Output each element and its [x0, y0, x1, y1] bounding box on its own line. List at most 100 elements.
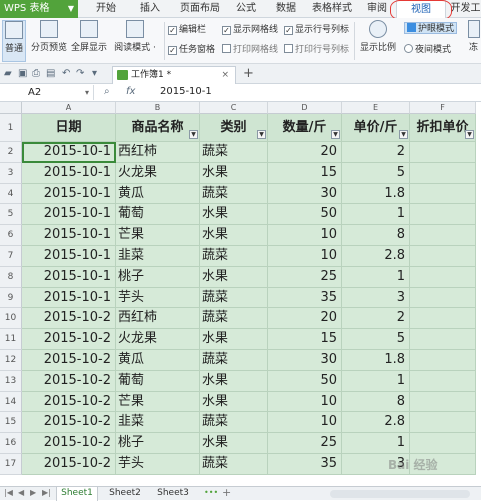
checkbox-show-headings[interactable]: ✓ 显示行号列标 — [284, 24, 349, 36]
tab-developer[interactable]: 开发工 — [450, 0, 481, 18]
header-cell[interactable]: 类别 ▼ — [200, 114, 268, 142]
table-cell[interactable] — [410, 391, 476, 413]
table-cell[interactable]: 芒果 — [116, 391, 200, 413]
table-cell[interactable]: 葡萄 — [116, 204, 200, 226]
sheet-tab-3[interactable]: Sheet3 — [152, 487, 194, 501]
normal-view-button[interactable]: 普通 — [2, 20, 26, 62]
row-header[interactable]: 3 — [0, 162, 22, 184]
table-cell[interactable]: 芋头 — [116, 454, 200, 475]
table-cell[interactable]: 西红柿 — [116, 142, 200, 163]
checkbox-show-gridlines[interactable]: ✓ 显示网格线 — [222, 24, 278, 36]
table-cell[interactable]: 蔬菜 — [200, 454, 268, 475]
header-cell[interactable]: 商品名称 ▼ — [116, 114, 200, 142]
table-cell[interactable]: 水果 — [200, 370, 268, 392]
table-cell[interactable]: 2015-10-1 — [22, 142, 116, 163]
column-header-D[interactable]: D — [268, 102, 342, 114]
table-cell[interactable]: 10 — [268, 412, 342, 434]
table-cell[interactable] — [410, 433, 476, 454]
tab-insert[interactable]: 插入 — [130, 0, 170, 18]
table-cell[interactable]: 芋头 — [116, 287, 200, 309]
table-cell[interactable]: 2015-10-1 — [22, 183, 116, 205]
row-header[interactable]: 7 — [0, 246, 22, 267]
table-cell[interactable]: 2015-10-2 — [22, 454, 116, 475]
table-cell[interactable]: 2015-10-1 — [22, 266, 116, 288]
table-cell[interactable]: 1.8 — [342, 350, 410, 371]
row-header[interactable]: 11 — [0, 329, 22, 350]
table-cell[interactable]: 蔬菜 — [200, 183, 268, 205]
tab-page-layout[interactable]: 页面布局 — [174, 0, 226, 18]
table-cell[interactable]: 西红柿 — [116, 308, 200, 330]
table-cell[interactable]: 20 — [268, 142, 342, 163]
row-header[interactable]: 17 — [0, 454, 22, 475]
table-cell[interactable]: 2015-10-2 — [22, 412, 116, 434]
last-sheet-icon[interactable]: ▶| — [42, 488, 51, 497]
table-cell[interactable]: 10 — [268, 391, 342, 413]
column-header-C[interactable]: C — [200, 102, 268, 114]
table-cell[interactable]: 1 — [342, 266, 410, 288]
night-mode-button[interactable]: 夜间模式 — [404, 44, 451, 56]
table-cell[interactable]: 水果 — [200, 266, 268, 288]
header-cell[interactable]: 折扣单价 ▼ — [410, 114, 476, 142]
filter-dropdown-icon[interactable]: ▼ — [189, 130, 198, 139]
row-header[interactable]: 13 — [0, 370, 22, 392]
table-cell[interactable]: 水果 — [200, 329, 268, 350]
table-cell[interactable] — [410, 142, 476, 163]
sheet-tab-1[interactable]: Sheet1 — [56, 487, 98, 501]
fullscreen-button[interactable]: 全屏显示 — [70, 20, 108, 62]
row-header[interactable]: 14 — [0, 391, 22, 413]
row-header[interactable]: 15 — [0, 412, 22, 434]
table-cell[interactable] — [410, 329, 476, 350]
table-cell[interactable]: 桃子 — [116, 433, 200, 454]
table-cell[interactable]: 2015-10-1 — [22, 204, 116, 226]
table-cell[interactable]: 1.8 — [342, 183, 410, 205]
table-cell[interactable]: 蔬菜 — [200, 287, 268, 309]
row-header[interactable]: 10 — [0, 308, 22, 330]
table-cell[interactable]: 25 — [268, 266, 342, 288]
table-cell[interactable]: 10 — [268, 246, 342, 267]
table-cell[interactable] — [410, 308, 476, 330]
row-header[interactable]: 16 — [0, 433, 22, 454]
redo-icon[interactable]: ↷ — [76, 68, 84, 79]
column-header-A[interactable]: A — [22, 102, 116, 114]
table-cell[interactable]: 30 — [268, 183, 342, 205]
table-cell[interactable]: 1 — [342, 204, 410, 226]
table-cell[interactable]: 葡萄 — [116, 370, 200, 392]
eye-protection-button[interactable]: 护眼模式 — [404, 22, 458, 34]
table-cell[interactable]: 蔬菜 — [200, 412, 268, 434]
table-cell[interactable]: 2.8 — [342, 412, 410, 434]
table-cell[interactable]: 25 — [268, 433, 342, 454]
table-cell[interactable]: 水果 — [200, 225, 268, 246]
table-cell[interactable]: 50 — [268, 204, 342, 226]
table-cell[interactable]: 30 — [268, 350, 342, 371]
next-sheet-icon[interactable]: ▶ — [30, 488, 36, 497]
table-cell[interactable]: 2.8 — [342, 246, 410, 267]
filter-dropdown-icon[interactable]: ▼ — [399, 130, 408, 139]
table-cell[interactable]: 2015-10-2 — [22, 391, 116, 413]
table-cell[interactable]: 5 — [342, 162, 410, 184]
table-cell[interactable]: 2015-10-2 — [22, 350, 116, 371]
table-cell[interactable]: 1 — [342, 433, 410, 454]
table-cell[interactable] — [410, 162, 476, 184]
table-cell[interactable]: 火龙果 — [116, 162, 200, 184]
table-cell[interactable]: 2 — [342, 142, 410, 163]
more-sheets-icon[interactable]: ••• — [204, 488, 218, 497]
table-cell[interactable] — [410, 204, 476, 226]
table-cell[interactable]: 2015-10-2 — [22, 433, 116, 454]
sheet-tab-2[interactable]: Sheet2 — [104, 487, 146, 501]
table-cell[interactable]: 2015-10-2 — [22, 308, 116, 330]
horizontal-scrollbar[interactable] — [330, 490, 470, 498]
row-header[interactable]: 9 — [0, 287, 22, 309]
table-cell[interactable]: 2015-10-2 — [22, 329, 116, 350]
table-cell[interactable]: 韭菜 — [116, 412, 200, 434]
row-header[interactable]: 12 — [0, 350, 22, 371]
page-break-preview-button[interactable]: 分页预览 — [30, 20, 68, 62]
table-cell[interactable]: 8 — [342, 391, 410, 413]
filter-dropdown-icon[interactable]: ▼ — [257, 130, 266, 139]
table-cell[interactable]: 35 — [268, 287, 342, 309]
tab-review[interactable]: 审阅 — [360, 0, 394, 18]
table-cell[interactable]: 35 — [268, 454, 342, 475]
table-cell[interactable]: 蔬菜 — [200, 142, 268, 163]
table-cell[interactable]: 桃子 — [116, 266, 200, 288]
tab-table-style[interactable]: 表格样式 — [306, 0, 358, 18]
filter-dropdown-icon[interactable]: ▼ — [465, 130, 474, 139]
